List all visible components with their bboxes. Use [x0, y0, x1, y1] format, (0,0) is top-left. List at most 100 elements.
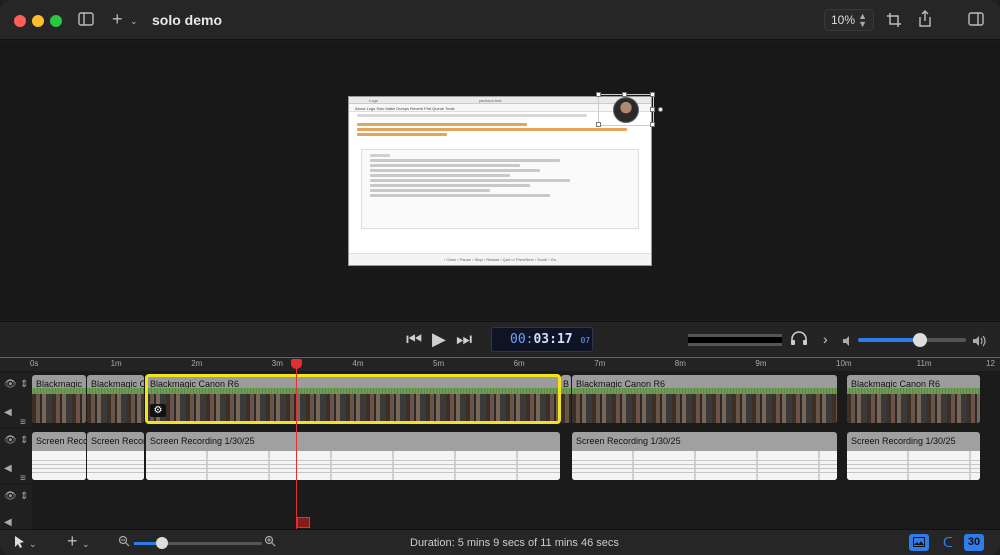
zoom-stepper-icon[interactable]: ▲ ▼ [858, 12, 867, 29]
screen-clip[interactable]: Screen Recor [87, 432, 144, 480]
chevron-down-icon[interactable]: ⌄ [130, 13, 138, 29]
eye-icon[interactable]: 👁 [4, 491, 17, 502]
camera-face-image [613, 97, 639, 123]
chevron-down-icon[interactable]: ⌄ [82, 536, 90, 552]
zoom-slider-knob[interactable] [156, 537, 168, 549]
camera-overlay[interactable] [598, 94, 654, 126]
zoom-window-button[interactable] [50, 15, 62, 27]
app-window: + ⌄ solo demo 10% ▲ ▼ Logs parlsson.test … [0, 0, 1000, 555]
transport-bar: ⏮ ▶ ⏭ 00:03:17 07 › [0, 321, 1000, 356]
ruler-tick-label: 7m [594, 359, 606, 368]
eye-icon[interactable]: 👁 [4, 379, 17, 390]
resize-handle[interactable] [650, 122, 655, 127]
ruler-tick-label: 3m [271, 359, 283, 368]
timecode-main: 03:17 [533, 332, 573, 347]
framerate-toggle[interactable]: 30 [964, 534, 984, 551]
plus-icon[interactable]: + [67, 532, 78, 550]
frame-footer: ‹ Clear ‹ Pause ‹ Stop ‹ Restart ‹ Quit … [349, 253, 651, 265]
camera-clip[interactable]: Blackmagic Canon R6 [572, 375, 837, 423]
frame-subtitle: parlsson.test [478, 98, 502, 103]
resize-handle[interactable] [596, 92, 601, 97]
bottom-bar: ⌄ + ⌄ Duration: 5 mins 9 secs of 11 mins… [0, 529, 1000, 555]
reorder-icon[interactable]: ⇕ [20, 491, 28, 502]
play-icon[interactable]: ▶ [432, 329, 446, 349]
camera-clip[interactable]: Blackmagic C [87, 375, 144, 423]
ruler-tick-label: 4m [352, 359, 364, 368]
reorder-icon[interactable]: ⇕ [20, 435, 28, 446]
rotate-handle[interactable] [658, 107, 663, 112]
timecode-display[interactable]: 00:03:17 07 [491, 327, 593, 352]
screen-clip[interactable]: Screen Recording 1/30/25 [847, 432, 980, 480]
share-icon[interactable] [917, 10, 933, 32]
camera-clip[interactable]: Blackmagic [32, 375, 86, 423]
inspector-icon[interactable] [968, 12, 984, 30]
clip-label: Screen Recc [36, 436, 86, 446]
speaker-icon[interactable]: ◀ [4, 463, 12, 474]
camera-clip[interactable]: B [561, 375, 571, 423]
resize-handle[interactable] [650, 107, 655, 112]
screen-track-controls: 👁 ⇕ ◀ ≡ [0, 429, 32, 484]
eye-icon[interactable]: 👁 [4, 435, 17, 446]
screen-clip[interactable]: Screen Recc [32, 432, 86, 480]
sidebar-icon[interactable] [78, 12, 94, 30]
title-bar: + ⌄ solo demo 10% ▲ ▼ [0, 0, 1000, 40]
skip-forward-icon[interactable]: ⏭ [456, 329, 472, 349]
volume-slider-fill [858, 338, 920, 342]
clip-label: Screen Recor [91, 436, 144, 446]
clip-label: Screen Recording 1/30/25 [150, 436, 255, 446]
volume-slider-knob[interactable] [912, 333, 927, 347]
playhead-handle[interactable] [291, 359, 302, 369]
crop-icon[interactable] [886, 12, 902, 32]
resize-handle[interactable] [650, 92, 655, 97]
timecode-frames: 07 [580, 336, 591, 345]
ruler-tick-label: 2m [191, 359, 203, 368]
preview-viewer[interactable]: Logs parlsson.test About Logs Solo Make … [0, 41, 1000, 320]
skip-back-icon[interactable]: ⏮ [406, 329, 422, 349]
chevron-right-icon[interactable]: › [823, 329, 828, 349]
chevron-down-icon[interactable]: ⌄ [29, 536, 37, 552]
timeline-zoom-slider[interactable] [134, 537, 262, 549]
volume-low-icon [842, 331, 854, 351]
resize-handle[interactable] [622, 92, 627, 97]
timeline-ruler[interactable]: 0s 1m 2m 3m 4m 5m 6m 7m 8m 9m 10m 11m 12 [0, 357, 1000, 371]
clip-label: Screen Recording 1/30/25 [576, 436, 681, 446]
zoom-out-icon[interactable] [118, 535, 130, 551]
ruler-tick-label: 8m [674, 359, 686, 368]
ruler-tick-label: 0s [30, 359, 39, 368]
magnet-snap-icon[interactable]: ᑕ [938, 534, 958, 551]
ruler-tick-label: 10m [836, 359, 852, 368]
menu-icon[interactable]: ≡ [20, 473, 26, 484]
ruler-tick-label: 11m [916, 359, 932, 368]
volume-slider[interactable] [858, 333, 966, 347]
ruler-tick-label: 1m [110, 359, 122, 368]
window-title: solo demo [152, 12, 223, 28]
plus-icon[interactable]: + [112, 10, 123, 28]
ruler-tick-label: 12 [986, 359, 995, 368]
zoom-level-select[interactable]: 10% ▲ ▼ [824, 9, 874, 31]
clip-label: Screen Recording 1/30/25 [851, 436, 956, 446]
camera-clip[interactable]: Blackmagic Canon R6 [847, 375, 980, 423]
resize-handle[interactable] [596, 122, 601, 127]
volume-high-icon [972, 331, 988, 351]
playhead-line[interactable] [296, 359, 297, 529]
speaker-icon[interactable]: ◀ [4, 517, 12, 528]
clip-selection-outline [145, 374, 561, 424]
ruler-tick-label: 6m [513, 359, 525, 368]
minimize-window-button[interactable] [32, 15, 44, 27]
zoom-in-icon[interactable] [264, 535, 276, 551]
thumbnail-toggle[interactable] [909, 534, 929, 551]
gear-icon[interactable]: ⚙ [150, 404, 166, 417]
screen-clip[interactable]: Screen Recording 1/30/25 [572, 432, 837, 480]
audio-level-meter [688, 334, 782, 346]
playhead-marker[interactable] [297, 517, 310, 528]
headphones-icon[interactable] [790, 330, 808, 350]
reorder-icon[interactable]: ⇕ [20, 379, 28, 390]
screen-clip[interactable]: Screen Recording 1/30/25 [146, 432, 560, 480]
duration-status: Duration: 5 mins 9 secs of 11 mins 46 se… [410, 537, 619, 549]
pointer-icon[interactable] [14, 535, 26, 552]
frame-code-block [361, 149, 639, 229]
speaker-icon[interactable]: ◀ [4, 407, 12, 418]
zoom-level-value: 10% [831, 13, 856, 27]
close-window-button[interactable] [14, 15, 26, 27]
menu-icon[interactable]: ≡ [20, 417, 26, 428]
